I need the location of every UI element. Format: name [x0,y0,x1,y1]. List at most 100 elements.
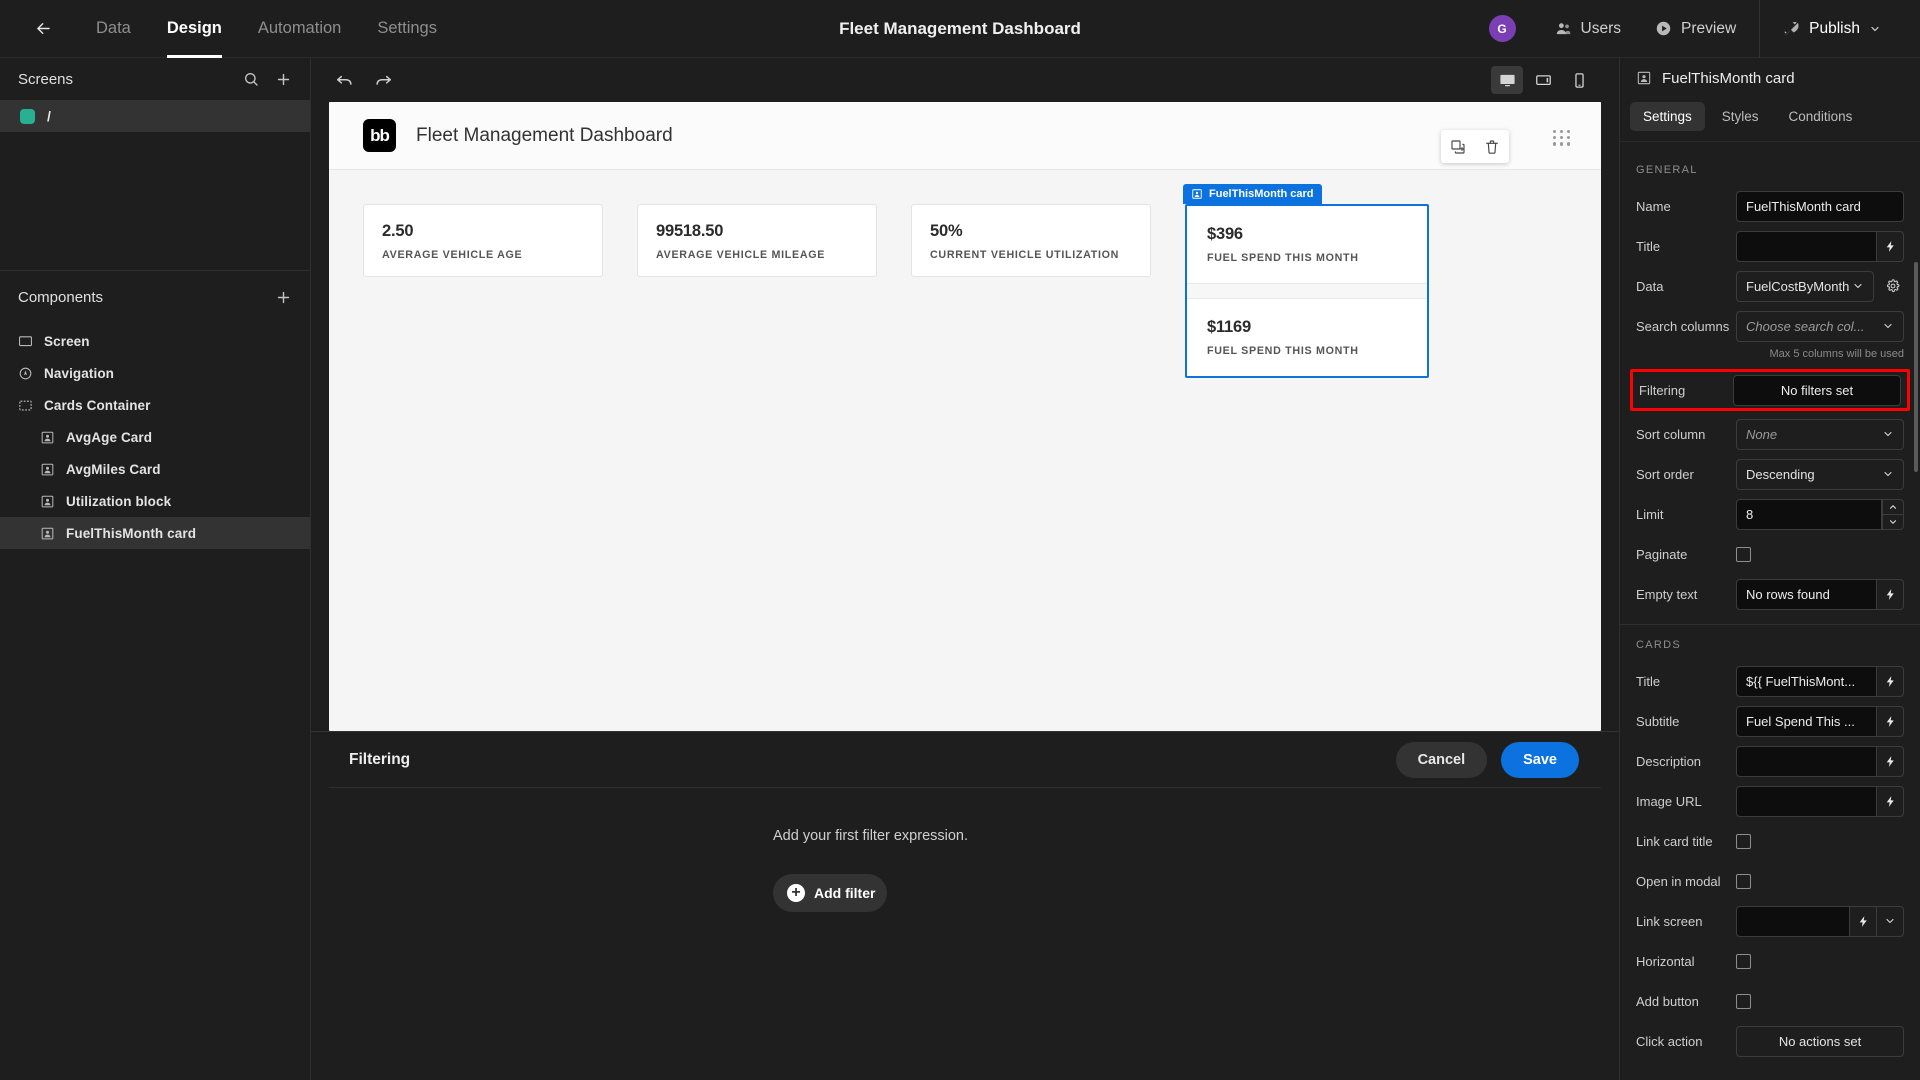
card-list-item[interactable]: $396 FUEL SPEND THIS MONTH [1187,206,1427,283]
limit-input[interactable]: 8 [1736,498,1882,530]
card-subtitle-input[interactable]: Fuel Spend This ... [1736,705,1877,737]
field-label: Sort column [1636,426,1706,442]
paginate-checkbox[interactable] [1736,546,1751,562]
data-select-value: FuelCostByMonth [1746,278,1850,294]
stat-label: FUEL SPEND THIS MONTH [1207,345,1359,357]
nav-tab-design[interactable]: Design [149,0,240,58]
field-label: Sort order [1636,466,1694,482]
component-item-cards-container[interactable]: Cards Container [0,389,310,421]
component-item-avgage-card[interactable]: AvgAge Card [0,421,310,453]
stat-card-avgmiles[interactable]: 99518.50 AVERAGE VEHICLE MILEAGE [637,204,877,277]
card-icon [1636,70,1652,86]
quantity-stepper[interactable] [1882,498,1904,530]
lightning-icon[interactable] [1850,905,1877,937]
components-title: Components [18,288,104,306]
add-screen-icon[interactable] [275,71,292,88]
stepper-down-icon[interactable] [1882,514,1904,530]
field-label: Search columns [1636,318,1730,334]
click-action-button[interactable]: No actions set [1736,1025,1904,1057]
rocket-icon [1783,20,1800,37]
canvas-wrapper: bb Fleet Management Dashboard 2.50 AVERA… [311,102,1619,731]
nav-tab-automation[interactable]: Automation [240,0,359,58]
card-icon [40,526,55,541]
nav-tab-label: Automation [257,19,342,37]
stepper-up-icon[interactable] [1882,498,1904,514]
chevron-down-icon[interactable] [1877,905,1904,937]
lightning-icon[interactable] [1877,665,1904,697]
general-section-label: GENERAL [1636,164,1698,176]
cancel-button[interactable]: Cancel [1395,741,1488,778]
nav-tab-label: Settings [377,19,437,37]
lightning-icon[interactable] [1877,578,1904,610]
component-item-avgmiles-card[interactable]: AvgMiles Card [0,453,310,485]
lightning-icon[interactable] [1877,705,1904,737]
design-canvas[interactable]: bb Fleet Management Dashboard 2.50 AVERA… [329,102,1601,731]
search-icon[interactable] [243,71,259,87]
field-row-title: Title [1620,226,1920,266]
screens-list: / [0,100,310,132]
link-screen-input[interactable] [1736,905,1850,937]
field-control [1736,833,1904,849]
card-description-input[interactable] [1736,745,1877,777]
preview-button[interactable]: Preview [1638,0,1753,58]
field-row-limit: Limit 8 [1620,494,1920,534]
component-item-navigation[interactable]: Navigation [0,357,310,389]
empty-text-input[interactable]: No rows found [1736,578,1877,610]
field-row-search-columns: Search columns Choose search col... [1620,306,1920,346]
lightning-icon[interactable] [1877,745,1904,777]
tab-settings[interactable]: Settings [1630,102,1705,131]
redo-icon[interactable] [374,71,393,90]
save-button[interactable]: Save [1501,741,1579,778]
field-control [1736,905,1904,937]
field-row-link-card-title: Link card title [1620,821,1920,861]
add-filter-button[interactable]: + Add filter [773,874,887,912]
add-component-icon[interactable] [275,289,292,306]
screen-item-home[interactable]: / [0,100,310,132]
sort-column-select[interactable]: None [1736,418,1904,450]
nav-tab-data[interactable]: Data [78,0,149,58]
search-columns-select[interactable]: Choose search col... [1736,310,1904,342]
tab-styles[interactable]: Styles [1709,102,1772,131]
component-item-utilization-block[interactable]: Utilization block [0,485,310,517]
open-in-modal-checkbox[interactable] [1736,873,1751,889]
card-title-input[interactable]: ${{ FuelThisMont... [1736,665,1877,697]
stat-card-avgage[interactable]: 2.50 AVERAGE VEHICLE AGE [363,204,603,277]
tab-conditions[interactable]: Conditions [1776,102,1866,131]
field-row-card-title: Title ${{ FuelThisMont... [1620,661,1920,701]
component-hover-toolbar [1441,130,1509,163]
delete-icon[interactable] [1484,139,1500,155]
lightning-icon[interactable] [1877,230,1904,262]
field-control: Descending [1736,458,1904,490]
duplicate-icon[interactable] [1450,139,1466,155]
back-button[interactable] [26,12,60,46]
name-input[interactable]: FuelThisMonth card [1736,190,1904,222]
filtering-button[interactable]: No filters set [1733,374,1901,406]
link-card-title-checkbox[interactable] [1736,833,1751,849]
gear-icon[interactable] [1882,279,1904,293]
card-list-item[interactable]: $1169 FUEL SPEND THIS MONTH [1187,299,1427,376]
image-url-input[interactable] [1736,785,1877,817]
mobile-icon[interactable] [1563,66,1595,94]
field-row-click-action: Click action No actions set [1620,1021,1920,1061]
tablet-icon[interactable] [1527,66,1559,94]
horizontal-checkbox[interactable] [1736,953,1751,969]
stat-card-utilization[interactable]: 50% CURRENT VEHICLE UTILIZATION [911,204,1151,277]
title-input[interactable] [1736,230,1877,262]
drag-grip-icon[interactable] [1553,130,1571,146]
desktop-icon[interactable] [1491,66,1523,94]
data-select[interactable]: FuelCostByMonth [1736,270,1874,302]
panel-scrollbar[interactable] [1914,262,1918,472]
lightning-icon[interactable] [1877,785,1904,817]
users-button[interactable]: Users [1538,0,1638,58]
component-item-fuelthismonth-card[interactable]: FuelThisMonth card [0,517,310,549]
field-label: Limit [1636,506,1664,522]
nav-tab-settings[interactable]: Settings [359,0,455,58]
avatar[interactable]: G [1488,15,1516,42]
center-area: bb Fleet Management Dashboard 2.50 AVERA… [311,58,1619,1080]
publish-button[interactable]: Publish [1766,0,1898,58]
add-button-checkbox[interactable] [1736,993,1751,1009]
undo-icon[interactable] [335,71,354,90]
sort-order-select[interactable]: Descending [1736,458,1904,490]
stat-card-fuelthismonth[interactable]: $396 FUEL SPEND THIS MONTH $1169 FUEL SP… [1185,204,1429,378]
component-item-screen[interactable]: Screen [0,325,310,357]
